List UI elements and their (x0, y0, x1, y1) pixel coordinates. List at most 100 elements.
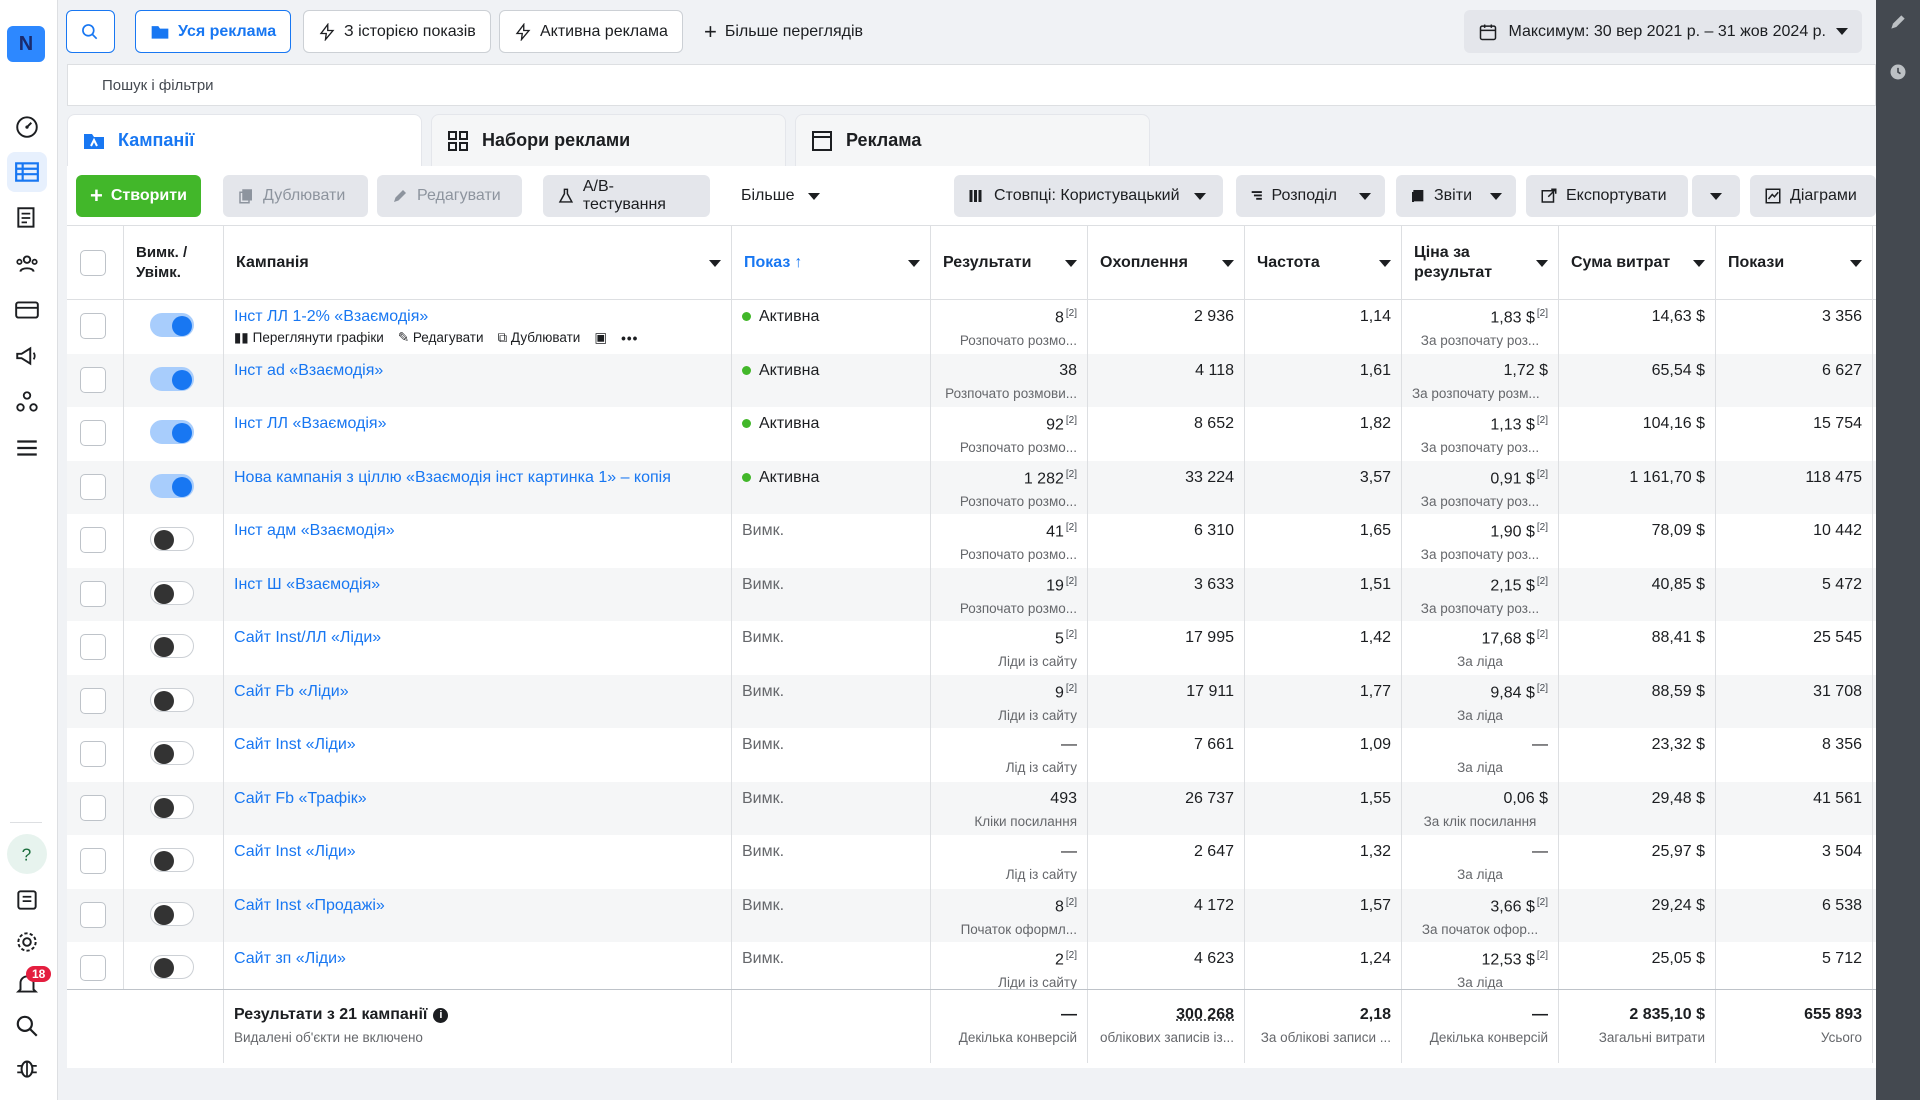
bug-icon[interactable] (7, 1048, 47, 1088)
attribution-note-icon[interactable]: [2] (1537, 308, 1548, 319)
attribution-note-icon[interactable]: [2] (1537, 576, 1548, 587)
table-row[interactable]: Інст ЛЛ «Взаємодія» Активна 92 [2] Розпоч… (67, 407, 1876, 461)
table-row[interactable]: Інст ЛЛ 1-2% «Взаємодія» ▮▮ Переглянути … (67, 300, 1876, 354)
megaphone-icon[interactable] (7, 336, 47, 376)
row-checkbox[interactable] (80, 687, 106, 714)
tab-ad-sets[interactable]: Набори реклами (431, 114, 786, 166)
campaign-toggle[interactable] (150, 955, 194, 979)
table-row[interactable]: Сайт Inst/ЛЛ «Ліди» Вимк. 5 [2] Ліди із с… (67, 621, 1876, 675)
row-checkbox[interactable] (80, 901, 106, 928)
table-row[interactable]: Сайт Fb «Ліди» Вимк. 9 [2] Ліди із сайту … (67, 674, 1876, 728)
billing-icon[interactable] (7, 290, 47, 330)
menu-icon[interactable] (7, 428, 47, 468)
row-checkbox[interactable] (80, 794, 106, 821)
select-all-checkbox[interactable] (80, 250, 106, 276)
export-button[interactable]: Експортувати (1526, 175, 1688, 217)
breakdown-button[interactable]: Розподіл (1236, 175, 1385, 217)
info-icon[interactable]: i (433, 1007, 449, 1023)
campaign-name-link[interactable]: Сайт Inst/ЛЛ «Ліди» (234, 629, 721, 647)
more-views-button[interactable]: + Більше переглядів (690, 10, 877, 53)
campaign-name-link[interactable]: Сайт Fb «Ліди» (234, 683, 721, 701)
edit-action[interactable]: ✎ Редагувати (398, 330, 484, 346)
campaign-name-link[interactable]: Сайт Inst «Ліди» (234, 843, 721, 861)
campaign-name-link[interactable]: Сайт Inst «Продажі» (234, 897, 721, 915)
col-impressions[interactable]: Покази (1716, 226, 1873, 300)
duplicate-button[interactable]: Дублювати (223, 175, 368, 217)
clock-icon[interactable] (1886, 60, 1910, 84)
table-row[interactable]: Інст Ш «Взаємодія» Вимк. 19 [2] Розпочато… (67, 567, 1876, 621)
row-checkbox[interactable] (80, 955, 106, 981)
table-row[interactable]: Сайт Inst «Продажі» Вимк. 8 [2] Початок о… (67, 888, 1876, 942)
campaign-name-link[interactable]: Інст адм «Взаємодія» (234, 522, 721, 540)
attribution-note-icon[interactable]: [2] (1537, 415, 1548, 426)
row-checkbox[interactable] (80, 527, 106, 553)
attribution-note-icon[interactable]: [2] (1066, 629, 1077, 640)
campaign-toggle[interactable] (150, 420, 194, 444)
col-frequency[interactable]: Частота (1245, 226, 1402, 300)
attribution-note-icon[interactable]: [2] (1537, 522, 1548, 533)
attribution-note-icon[interactable]: [2] (1537, 629, 1548, 640)
dashboard-icon[interactable] (7, 106, 47, 146)
table-icon[interactable] (7, 152, 47, 192)
table-row[interactable]: Інст адм «Взаємодія» Вимк. 41 [2] Розпоча… (67, 514, 1876, 568)
table-row[interactable]: Сайт Inst «Ліди» Вимк. — Лід із сайту 7 … (67, 728, 1876, 782)
columns-button[interactable]: Стовпці: Користувацький (954, 175, 1223, 217)
search-icon[interactable] (7, 1006, 47, 1046)
campaign-name-link[interactable]: Сайт Fb «Трафік» (234, 790, 721, 808)
campaign-name-link[interactable]: Інст Ш «Взаємодія» (234, 576, 721, 594)
active-ads-filter[interactable]: Активна реклама (499, 10, 683, 53)
campaign-name-link[interactable]: Сайт Inst «Ліди» (234, 736, 721, 754)
search-filter-bar[interactable]: Пошук і фільтри (67, 64, 1876, 106)
attribution-note-icon[interactable]: [2] (1066, 950, 1077, 961)
campaign-toggle[interactable] (150, 634, 194, 658)
search-button[interactable] (66, 10, 115, 53)
attribution-note-icon[interactable]: [2] (1066, 522, 1077, 533)
create-button[interactable]: + Створити (76, 175, 201, 217)
news-icon[interactable] (7, 880, 47, 920)
table-row[interactable]: Нова кампанія з ціллю «Взаємодія інст ка… (67, 460, 1876, 514)
row-checkbox[interactable] (80, 848, 106, 874)
col-reach[interactable]: Охоплення (1088, 226, 1245, 300)
tab-ads[interactable]: Реклама (795, 114, 1150, 166)
row-checkbox[interactable] (80, 580, 106, 607)
audiences-icon[interactable] (7, 244, 47, 284)
all-ads-filter[interactable]: Уся реклама (135, 10, 292, 53)
attribution-note-icon[interactable]: [2] (1066, 576, 1077, 587)
campaign-toggle[interactable] (150, 313, 194, 337)
attribution-note-icon[interactable]: [2] (1066, 308, 1077, 319)
business-icon[interactable] (7, 382, 47, 422)
col-results[interactable]: Результати (931, 226, 1088, 300)
ab-test-button[interactable]: A/B-тестування (543, 175, 710, 217)
attribution-note-icon[interactable]: [2] (1066, 897, 1077, 908)
help-icon[interactable]: ? (7, 834, 47, 874)
view-charts-action[interactable]: ▮▮ Переглянути графіки (234, 330, 384, 346)
attribution-note-icon[interactable]: [2] (1537, 897, 1548, 908)
col-campaign[interactable]: Кампанія (224, 226, 732, 300)
campaign-name-link[interactable]: Сайт зп «Ліди» (234, 950, 721, 968)
row-checkbox[interactable] (80, 420, 106, 446)
account-logo[interactable]: N (7, 26, 45, 62)
edit-button[interactable]: Редагувати (377, 175, 522, 217)
row-checkbox[interactable] (80, 473, 106, 500)
export-dropdown[interactable] (1692, 175, 1740, 217)
pages-icon[interactable] (7, 198, 47, 238)
campaign-toggle[interactable] (150, 527, 194, 551)
more-options-icon[interactable]: ••• (621, 331, 638, 346)
more-button[interactable]: Більше (727, 175, 834, 217)
attribution-note-icon[interactable]: [2] (1066, 683, 1077, 694)
attribution-note-icon[interactable]: [2] (1066, 469, 1077, 480)
row-checkbox[interactable] (80, 313, 106, 339)
attribution-note-icon[interactable]: [2] (1537, 469, 1548, 480)
campaign-toggle[interactable] (150, 687, 194, 712)
pencil-icon[interactable] (1886, 10, 1910, 34)
tab-campaigns[interactable]: Кампанії (67, 114, 422, 166)
col-toggle[interactable]: Вимк. / Увімк. (124, 226, 224, 300)
reports-button[interactable]: Звіти (1396, 175, 1516, 217)
attribution-note-icon[interactable]: [2] (1066, 415, 1077, 426)
row-checkbox[interactable] (80, 366, 106, 393)
col-amount-spent[interactable]: Сума витрат (1559, 226, 1716, 300)
attribution-note-icon[interactable]: [2] (1537, 683, 1548, 694)
date-range-picker[interactable]: Максимум: 30 вер 2021 р. – 31 жов 2024 р… (1464, 10, 1862, 53)
table-row[interactable]: Сайт Inst «Ліди» Вимк. — Лід із сайту 2 … (67, 835, 1876, 889)
col-cost-per-result[interactable]: Ціна за результат (1402, 226, 1559, 300)
